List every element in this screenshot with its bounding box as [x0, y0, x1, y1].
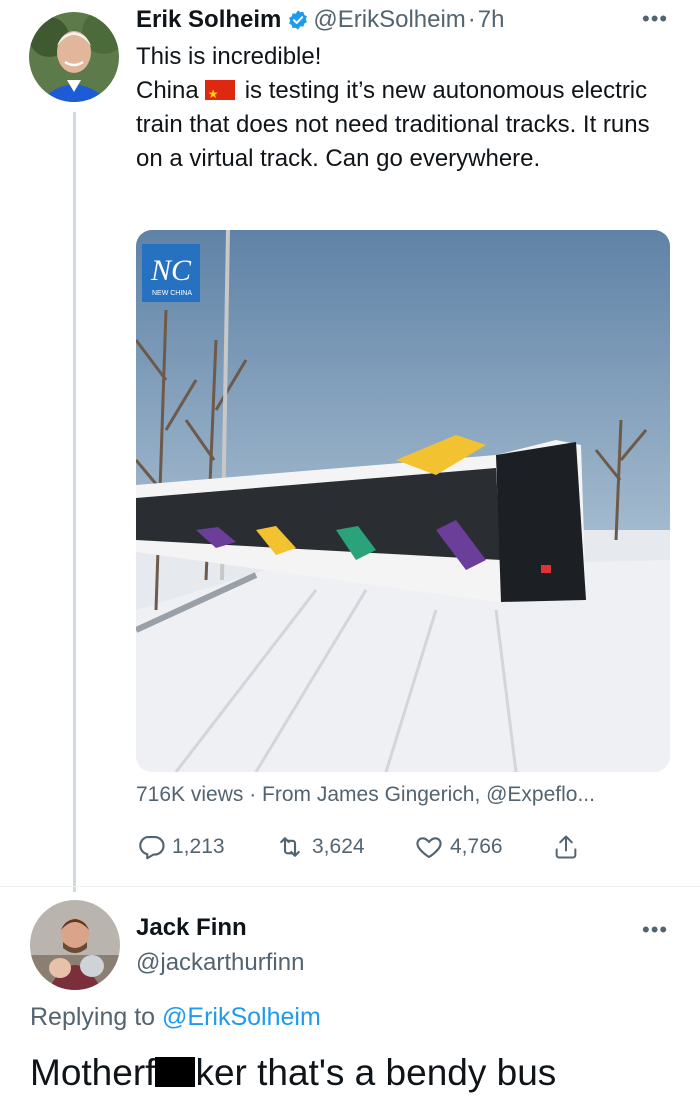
replying-to: Replying to @ErikSolheim — [30, 1003, 321, 1032]
replying-to-label: Replying to — [30, 1003, 156, 1031]
heart-icon — [416, 837, 442, 859]
author-name[interactable]: Erik Solheim — [136, 6, 281, 34]
reply-count: 1,213 — [172, 835, 225, 858]
share-action[interactable] — [552, 830, 586, 864]
tweet-divider — [0, 886, 700, 887]
author-handle[interactable]: @ErikSolheim — [313, 6, 465, 34]
retweet-count: 3,624 — [312, 835, 365, 858]
reply-text-part2: ker that's a bendy bus — [195, 1052, 557, 1093]
like-count: 4,766 — [450, 835, 503, 858]
retweet-action[interactable]: 3,624 — [274, 830, 365, 864]
tweet-text-line1: This is incredible! — [136, 43, 322, 70]
svg-text:NC: NC — [150, 254, 192, 287]
media-watermark-text: NEW CHINA — [151, 290, 193, 297]
reply-more-options-icon[interactable]: ••• — [642, 917, 668, 943]
china-flag-icon — [204, 77, 235, 111]
tweet-time[interactable]: 7h — [478, 6, 505, 34]
reply-icon — [139, 835, 165, 860]
author-avatar[interactable] — [29, 12, 119, 102]
tweet-text: This is incredible! Chinais testing it’s… — [136, 40, 676, 176]
tweet-media-video[interactable]: NC NEW CHINA — [136, 230, 670, 772]
reply-author-handle[interactable]: @jackarthurfinn — [136, 949, 304, 977]
tweet-text-part1: China — [136, 77, 199, 104]
censor-bar — [155, 1057, 196, 1087]
reply-text-part1: Motherf — [30, 1052, 156, 1093]
thread-line — [73, 112, 76, 892]
more-options-icon[interactable]: ••• — [642, 6, 668, 32]
reply-text: Motherf ker that's a bendy bus — [30, 1052, 556, 1094]
reply-action[interactable]: 1,213 — [136, 830, 225, 864]
reply-author-avatar[interactable] — [30, 900, 120, 990]
views-attribution[interactable]: 716K views · From James Gingerich, @Expe… — [136, 783, 595, 807]
like-action[interactable]: 4,766 — [414, 830, 503, 864]
share-icon — [555, 835, 577, 859]
retweet-icon — [280, 837, 300, 857]
verified-badge-icon — [287, 9, 309, 31]
meta-separator: · — [467, 6, 476, 33]
replying-to-handle[interactable]: @ErikSolheim — [162, 1003, 321, 1031]
reply-author-name[interactable]: Jack Finn — [136, 914, 247, 942]
